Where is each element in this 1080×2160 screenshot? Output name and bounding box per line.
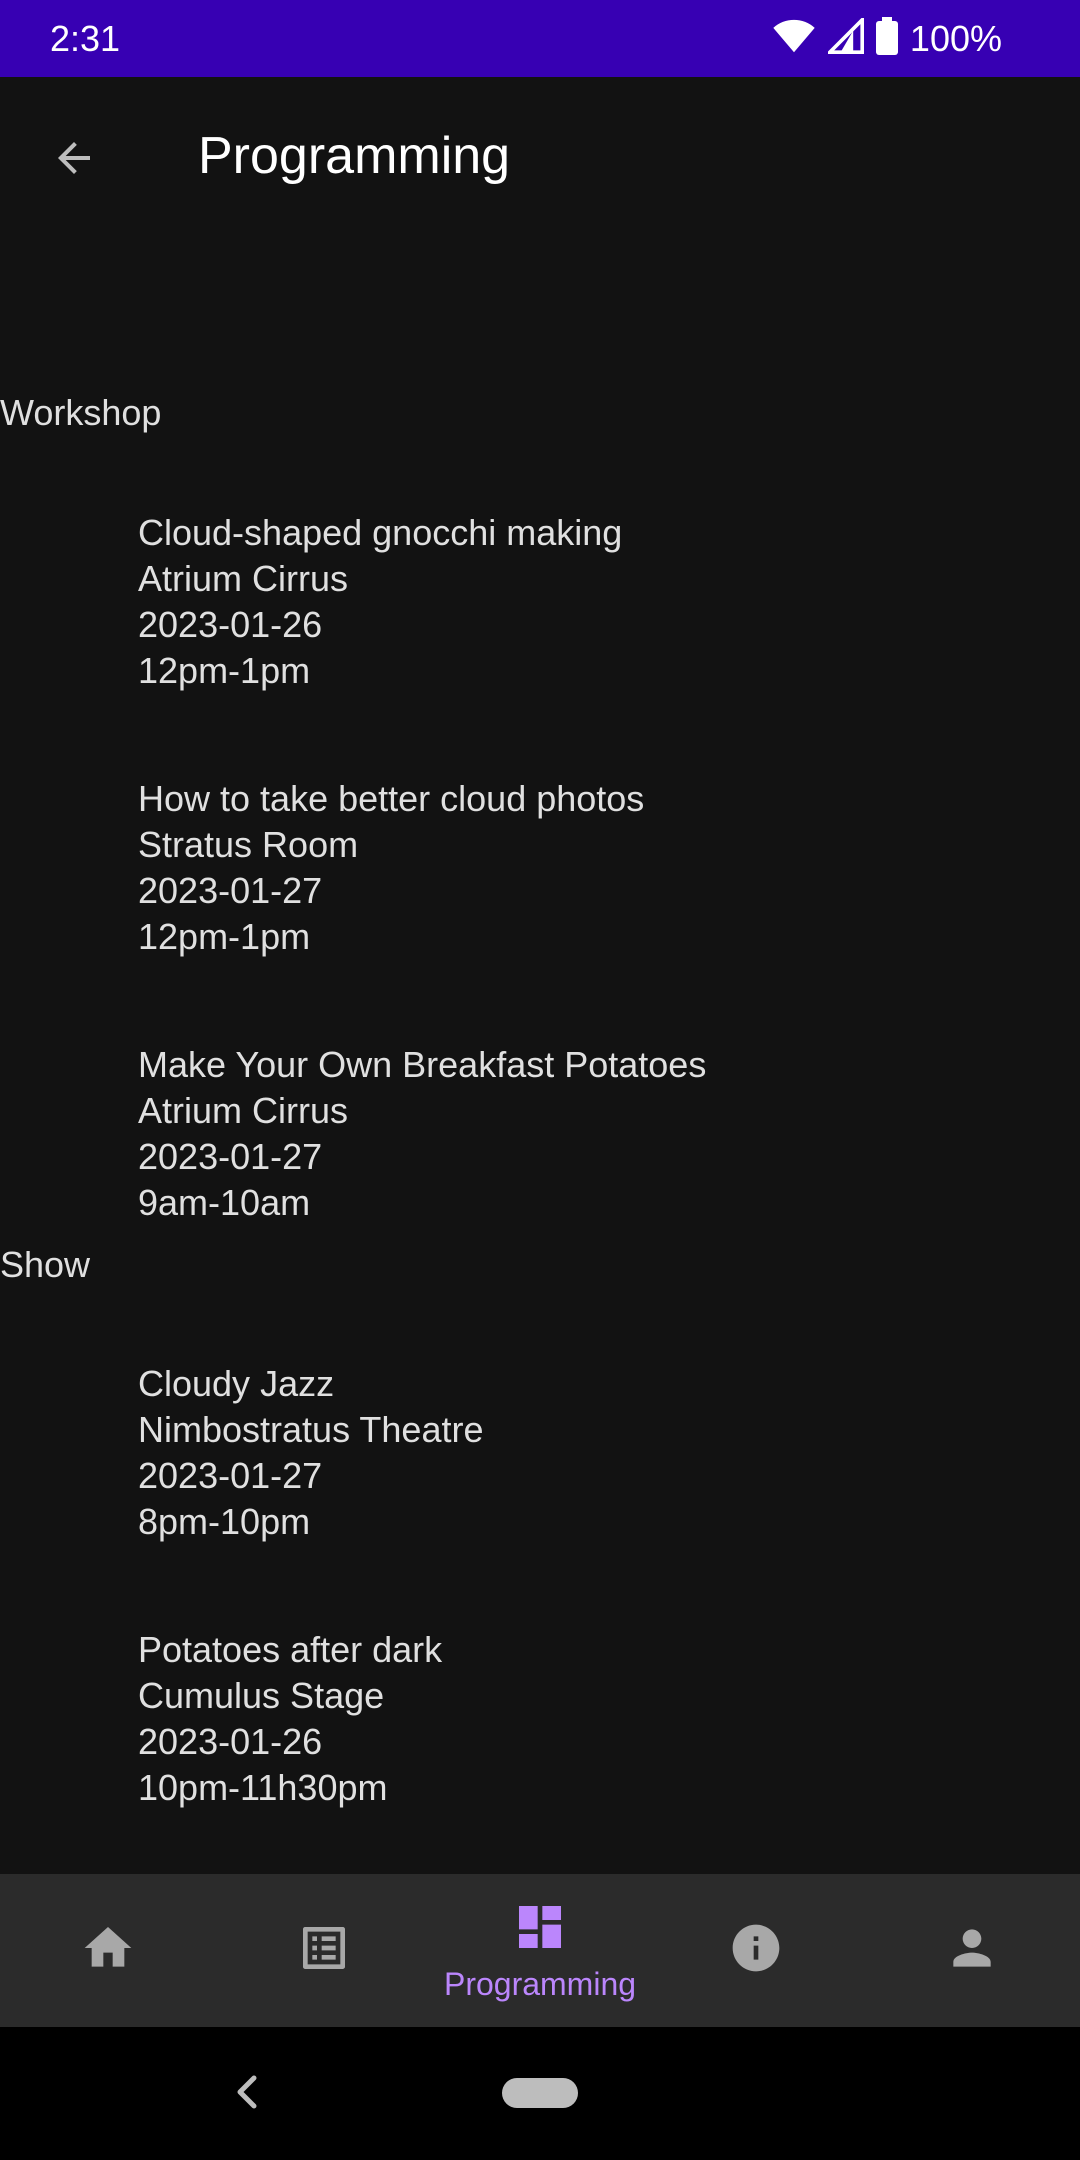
wifi-icon — [772, 18, 816, 59]
event-date: 2023-01-27 — [138, 1455, 323, 1496]
status-icons: 100% — [772, 0, 1002, 77]
section-header-workshop: Workshop — [0, 392, 162, 433]
app-bar: Programming — [0, 77, 1080, 235]
chevron-left-icon — [232, 2072, 262, 2117]
event-date: 2023-01-26 — [138, 604, 323, 645]
event-time: 9am-10am — [138, 1182, 311, 1223]
nav-programming[interactable]: Programming — [432, 1874, 648, 2027]
event-date: 2023-01-27 — [138, 1136, 323, 1177]
status-bar: 2:31 100% — [0, 0, 1080, 77]
event-name: Potatoes after dark — [138, 1629, 443, 1670]
event-date: 2023-01-26 — [138, 1721, 323, 1762]
system-home-pill[interactable] — [502, 2078, 578, 2108]
info-icon — [728, 1920, 784, 1981]
bottom-navigation: Programming — [0, 1874, 1080, 2027]
home-icon — [80, 1920, 136, 1981]
event-time: 12pm-1pm — [138, 650, 311, 691]
event-name: Cloud-shaped gnocchi making — [138, 512, 623, 553]
nav-label-programming: Programming — [443, 1965, 637, 2002]
system-back-button[interactable] — [222, 2069, 272, 2119]
nav-profile[interactable] — [864, 1874, 1080, 2027]
nav-list[interactable] — [216, 1874, 432, 2027]
event-location: Cumulus Stage — [138, 1675, 385, 1716]
page-title: Programming — [198, 127, 511, 185]
event-name: Make Your Own Breakfast Potatoes — [138, 1044, 707, 1085]
nav-home[interactable] — [0, 1874, 216, 2027]
system-navigation-bar — [0, 2027, 1080, 2160]
event-item[interactable]: Cloud-shaped gnocchi making Atrium Cirru… — [138, 510, 622, 694]
event-time: 8pm-10pm — [138, 1501, 311, 1542]
nav-info[interactable] — [648, 1874, 864, 2027]
event-time: 12pm-1pm — [138, 916, 311, 957]
event-location: Atrium Cirrus — [138, 558, 349, 599]
event-name: Cloudy Jazz — [138, 1363, 335, 1404]
cell-signal-icon — [825, 15, 864, 59]
event-item[interactable]: Cloudy Jazz Nimbostratus Theatre 2023-01… — [138, 1361, 483, 1545]
status-time: 2:31 — [50, 18, 121, 59]
list-icon — [296, 1920, 352, 1981]
event-time: 10pm-11h30pm — [138, 1767, 388, 1808]
event-location: Nimbostratus Theatre — [138, 1409, 484, 1450]
dashboard-icon — [512, 1899, 568, 1960]
event-location: Atrium Cirrus — [138, 1090, 349, 1131]
event-item[interactable]: Potatoes after dark Cumulus Stage 2023-0… — [138, 1627, 442, 1811]
event-item[interactable]: Make Your Own Breakfast Potatoes Atrium … — [138, 1042, 706, 1226]
arrow-back-icon — [50, 134, 98, 187]
back-button[interactable] — [36, 122, 112, 198]
event-item[interactable]: How to take better cloud photos Stratus … — [138, 776, 644, 960]
app-screen: 2:31 100% Programming Workshop Cloud-sha… — [0, 0, 1080, 2160]
battery-icon — [875, 17, 898, 60]
section-header-show: Show — [0, 1244, 91, 1285]
event-date: 2023-01-27 — [138, 870, 323, 911]
event-location: Stratus Room — [138, 824, 359, 865]
event-name: How to take better cloud photos — [138, 778, 645, 819]
battery-percent: 100% — [909, 18, 1002, 59]
person-icon — [944, 1920, 1000, 1981]
